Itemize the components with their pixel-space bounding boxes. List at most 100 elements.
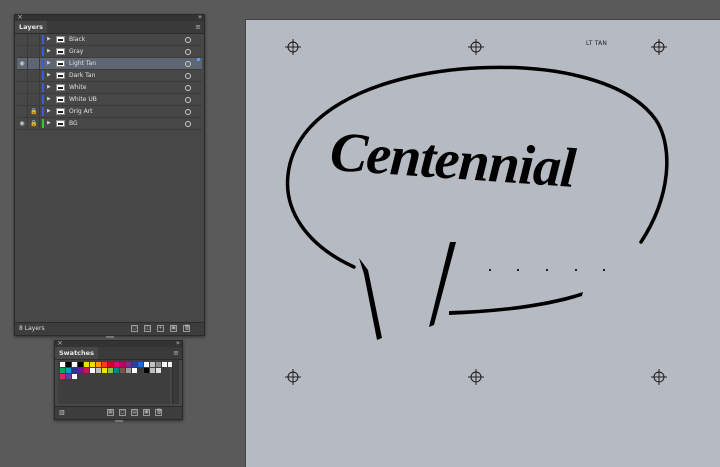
target-circle-icon[interactable]	[185, 97, 191, 103]
layer-name[interactable]: Dark Tan	[69, 70, 95, 81]
panel-menu-icon[interactable]: ≡	[173, 349, 179, 357]
layer-row[interactable]: ▶ Black	[17, 34, 202, 46]
swatch[interactable]	[84, 362, 89, 367]
swatch[interactable]	[102, 362, 107, 367]
target-circle-icon[interactable]	[185, 73, 191, 79]
swatch[interactable]	[156, 368, 161, 373]
swatch[interactable]	[144, 368, 149, 373]
layer-row[interactable]: ◉ 🔒 ▶ BG	[17, 118, 202, 130]
target-circle-icon[interactable]	[185, 37, 191, 43]
eye-icon[interactable]: ◉	[17, 118, 28, 129]
swatch[interactable]	[66, 362, 71, 367]
swatch[interactable]	[72, 362, 77, 367]
create-sublayer-icon[interactable]: +	[157, 325, 164, 332]
artboard[interactable]: Centennial LT TAN	[246, 20, 720, 467]
swatch[interactable]	[60, 374, 65, 379]
swatch[interactable]	[138, 368, 143, 373]
swatch[interactable]	[120, 362, 125, 367]
tab-swatches[interactable]: Swatches	[55, 347, 98, 359]
layer-row[interactable]: 🔒 ▶ Orig Art	[17, 106, 202, 118]
swatch-scrollbar[interactable]	[172, 360, 179, 404]
lock-icon[interactable]	[29, 70, 40, 81]
swatch[interactable]	[132, 362, 137, 367]
target-circle-icon[interactable]	[185, 61, 191, 67]
swatch[interactable]	[102, 368, 107, 373]
eye-icon[interactable]	[17, 34, 28, 45]
eye-icon[interactable]	[17, 106, 28, 117]
swatch[interactable]	[60, 362, 65, 367]
swatch[interactable]	[108, 368, 113, 373]
swatch-libraries-icon[interactable]: ▥	[59, 409, 65, 416]
layer-name[interactable]: BG	[69, 118, 78, 129]
create-new-layer-icon[interactable]: ▣	[170, 325, 177, 332]
eye-icon[interactable]	[17, 94, 28, 105]
swatch[interactable]	[90, 362, 95, 367]
triangle-right-icon[interactable]: ▶	[47, 34, 51, 45]
layer-name[interactable]: Orig Art	[69, 106, 93, 117]
swatch[interactable]	[66, 374, 71, 379]
lock-icon[interactable]: 🔒	[29, 106, 40, 117]
swatch[interactable]	[162, 362, 167, 367]
swatch[interactable]	[156, 362, 161, 367]
triangle-right-icon[interactable]: ▶	[47, 82, 51, 93]
layer-name[interactable]: White UB	[69, 94, 97, 105]
target-circle-icon[interactable]	[185, 121, 191, 127]
swatch[interactable]	[120, 368, 125, 373]
layer-name[interactable]: Black	[69, 34, 85, 45]
triangle-right-icon[interactable]: ▶	[47, 106, 51, 117]
swatch[interactable]	[72, 368, 77, 373]
lock-icon[interactable]	[29, 34, 40, 45]
eye-icon[interactable]: ◉	[17, 58, 28, 69]
layer-row[interactable]: ▶ White UB	[17, 94, 202, 106]
swatch[interactable]	[96, 368, 101, 373]
layer-name[interactable]: Light Tan	[69, 58, 96, 69]
make-clipping-mask-icon[interactable]: ◫	[144, 325, 151, 332]
target-circle-icon[interactable]	[185, 49, 191, 55]
delete-layer-icon[interactable]: 🗑	[183, 325, 190, 332]
swatch[interactable]	[78, 362, 83, 367]
layer-row[interactable]: ▶ Gray	[17, 46, 202, 58]
lock-icon[interactable]	[29, 82, 40, 93]
swatch[interactable]	[138, 362, 143, 367]
triangle-right-icon[interactable]: ▶	[47, 70, 51, 81]
show-swatch-kinds-icon[interactable]: ▦	[107, 409, 114, 416]
lock-icon[interactable]: 🔒	[29, 118, 40, 129]
layer-row[interactable]: ◉ ▶ Light Tan	[17, 58, 202, 70]
swatch[interactable]	[78, 368, 83, 373]
eye-icon[interactable]	[17, 46, 28, 57]
resize-grip[interactable]	[115, 420, 123, 422]
eye-icon[interactable]	[17, 70, 28, 81]
swatch[interactable]	[126, 362, 131, 367]
lock-icon[interactable]	[29, 94, 40, 105]
eye-icon[interactable]	[17, 82, 28, 93]
triangle-right-icon[interactable]: ▶	[47, 46, 51, 57]
target-circle-icon[interactable]	[185, 85, 191, 91]
new-color-group-icon[interactable]: ▤	[131, 409, 138, 416]
swatch[interactable]	[96, 362, 101, 367]
layer-name[interactable]: Gray	[69, 46, 83, 57]
swatch[interactable]	[60, 368, 65, 373]
panel-menu-icon[interactable]: ≡	[195, 23, 201, 31]
swatch[interactable]	[126, 368, 131, 373]
triangle-right-icon[interactable]: ▶	[47, 58, 51, 69]
swatch[interactable]	[90, 368, 95, 373]
layer-row[interactable]: ▶ White	[17, 82, 202, 94]
swatch[interactable]	[114, 368, 119, 373]
locate-object-icon[interactable]: ○	[131, 325, 138, 332]
swatch[interactable]	[66, 368, 71, 373]
swatch[interactable]	[84, 368, 89, 373]
triangle-right-icon[interactable]: ▶	[47, 94, 51, 105]
lock-icon[interactable]	[29, 58, 40, 69]
new-swatch-icon[interactable]: ▣	[143, 409, 150, 416]
lock-icon[interactable]	[29, 46, 40, 57]
swatch[interactable]	[72, 374, 77, 379]
resize-grip[interactable]	[106, 336, 114, 338]
swatch[interactable]	[108, 362, 113, 367]
delete-swatch-icon[interactable]: 🗑	[155, 409, 162, 416]
swatch[interactable]	[114, 362, 119, 367]
swatch[interactable]	[144, 362, 149, 367]
swatch[interactable]	[132, 368, 137, 373]
layer-name[interactable]: White	[69, 82, 86, 93]
swatch[interactable]	[150, 368, 155, 373]
layer-row[interactable]: ▶ Dark Tan	[17, 70, 202, 82]
